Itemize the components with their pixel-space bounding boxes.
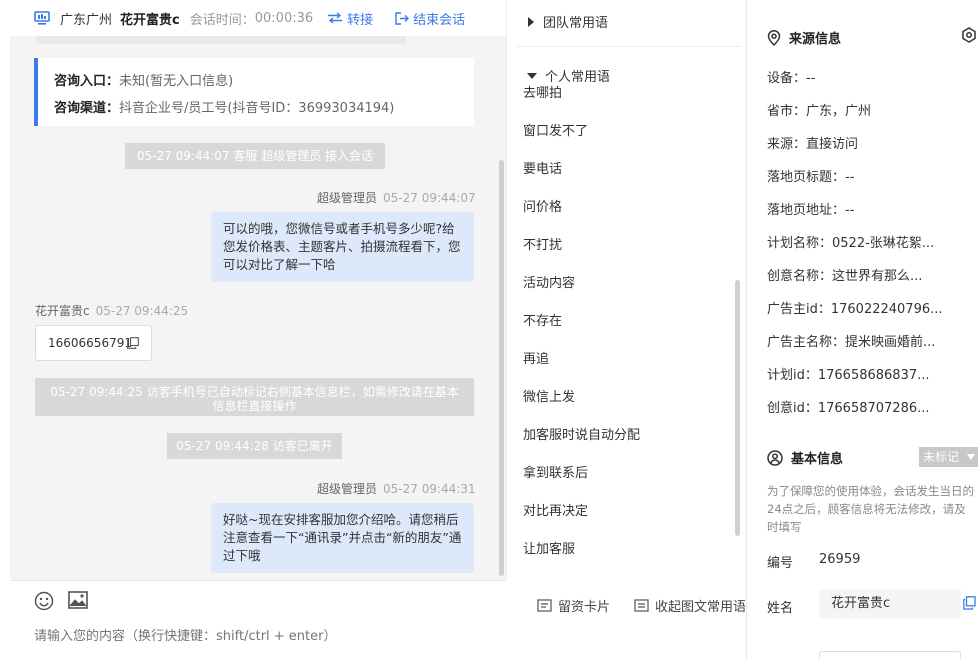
lead-card-button[interactable]: 留资卡片 — [537, 596, 610, 615]
image-icon[interactable] — [68, 591, 88, 611]
agent-message-meta: 超级管理员 05-27 09:44:31 — [317, 482, 476, 496]
info-advertiser-name: 广告主名称：提米映画婚前... — [767, 335, 936, 350]
emoji-icon[interactable] — [34, 591, 54, 611]
header-tab-shadow — [36, 36, 406, 44]
info-advertiser-id: 广告主id：176022240796... — [767, 302, 943, 317]
phrase-item[interactable]: 不打扰 — [523, 234, 562, 253]
visitor-info-panel: 来源信息 设备：-- 省市：广东，广州 来源：直接访问 落地页标题：-- 落地页… — [747, 0, 978, 659]
phrases-icon — [634, 599, 649, 612]
info-creative-id: 创意id：176658707286... — [767, 401, 930, 416]
consult-entry-row: 咨询入口：未知(暂无入口信息) — [54, 74, 234, 89]
phrase-item[interactable]: 活动内容 — [523, 272, 575, 291]
visitor-name: 花开富贵c — [120, 12, 180, 28]
message-scrollbar[interactable] — [499, 160, 504, 576]
monitor-icon — [34, 11, 50, 25]
system-message-phone-marked: 05-27 09:44:25 访客手机号已自动标记右侧基本信息栏，如需修改请在基… — [35, 378, 474, 416]
end-session-label: 结束会话 — [413, 12, 466, 28]
caret-down-icon — [527, 72, 537, 80]
caret-right-icon — [527, 16, 535, 27]
basic-info-note: 为了保障您的使用体验，会话发生当日的24点之后，顾客信息将无法修改，请及时填写 — [767, 484, 974, 534]
lead-card-label: 留资卡片 — [557, 600, 610, 615]
chat-panel: 广东广州 花开富贵c 会话时间： 00:00:36 转接 结束会话 咨询入口：未… — [10, 0, 746, 659]
visitor-message-meta: 花开富贵c 05-27 09:44:25 — [35, 304, 189, 318]
name-label: 姓名 — [767, 601, 794, 616]
mark-status-label: 未标记 — [923, 450, 960, 464]
phrase-item[interactable]: 不存在 — [523, 310, 562, 329]
user-icon — [767, 449, 783, 466]
collapse-phrases-label: 收起图文常用语 — [654, 600, 746, 615]
chat-header: 广东广州 花开富贵c 会话时间： 00:00:36 转接 结束会话 — [10, 0, 506, 36]
exit-icon — [395, 11, 410, 25]
info-creative-name: 创意名称：这世界有那么... — [767, 269, 923, 284]
composer-actions: 留资卡片 收起图文常用语 — [537, 596, 746, 615]
caret-down-icon — [967, 454, 975, 460]
copy-icon[interactable] — [127, 337, 139, 349]
team-phrases-group[interactable]: 团队常用语 — [527, 12, 608, 31]
phrase-item[interactable]: 拿到联系后 — [523, 462, 588, 481]
id-label: 编号 — [767, 556, 794, 571]
info-device: 设备：-- — [767, 71, 816, 86]
phrase-item[interactable]: 加客服时说自动分配 — [523, 424, 640, 443]
session-time-label: 会话时间： — [189, 12, 255, 28]
composer: 留资卡片 收起图文常用语 — [10, 580, 746, 659]
card-icon — [537, 599, 552, 612]
visitor-phone-text: 16606656791 — [48, 336, 132, 350]
id-value: 26959 — [819, 552, 861, 567]
end-session-button[interactable]: 结束会话 — [395, 9, 465, 28]
mark-status-dropdown[interactable]: 未标记 — [919, 447, 978, 467]
phrase-item[interactable]: 再追 — [523, 348, 549, 367]
name-value: 花开富贵c — [831, 596, 891, 611]
message-input[interactable] — [34, 629, 734, 644]
team-phrases-label: 团队常用语 — [543, 16, 609, 31]
info-province-city: 省市：广东，广州 — [767, 104, 872, 119]
source-info-title: 来源信息 — [767, 28, 841, 47]
agent-message-bubble: 可以的哦，您微信号或者手机号多少呢?给您发价格表、主题客片、拍摄流程看下，您可以… — [211, 212, 474, 282]
transfer-icon — [327, 12, 343, 24]
consult-channel-row: 咨询渠道：抖音企业号/员工号(抖音号ID：36993034194) — [54, 101, 395, 116]
visitor-location: 广东广州 — [60, 12, 113, 28]
phrases-scrollbar[interactable] — [735, 280, 740, 536]
agent-message-bubble: 好哒~现在安排客服加您介绍哈。请您稍后注意查看一下“通讯录”并点击“新的朋友”通… — [211, 503, 474, 573]
phrase-item[interactable]: 要电话 — [523, 158, 562, 177]
phrase-item[interactable]: 对比再决定 — [523, 500, 588, 519]
info-plan-id: 计划id：176658686837... — [767, 368, 930, 383]
phrase-item[interactable]: 问价格 — [523, 196, 562, 215]
info-landing-url: 落地页地址：-- — [767, 203, 855, 218]
system-message-join: 05-27 09:44:07 客服 超级管理员 接入会话 — [125, 143, 385, 169]
info-landing-title: 落地页标题：-- — [767, 170, 855, 185]
group-divider — [517, 46, 741, 47]
phrase-item[interactable]: 窗口发不了 — [523, 120, 588, 139]
message-list[interactable]: 咨询入口：未知(暂无入口信息) 咨询渠道：抖音企业号/员工号(抖音号ID：369… — [10, 36, 506, 580]
next-field[interactable] — [819, 651, 961, 659]
info-plan-name: 计划名称：0522-张琳花絮... — [767, 236, 935, 251]
quick-phrases-panel: 团队常用语 个人常用语 去哪拍 窗口发不了 要电话 问价格 不打扰 活动内容 不… — [506, 0, 746, 580]
chat-workspace: 广东广州 花开富贵c 会话时间： 00:00:36 转接 结束会话 咨询入口：未… — [0, 0, 978, 659]
agent-message-meta: 超级管理员 05-27 09:44:07 — [317, 191, 476, 205]
session-time-value: 00:00:36 — [254, 10, 314, 26]
copy-icon[interactable] — [963, 596, 976, 610]
settings-icon[interactable] — [961, 27, 977, 43]
composer-toolbar — [34, 591, 88, 611]
source-info-card: 咨询入口：未知(暂无入口信息) 咨询渠道：抖音企业号/员工号(抖音号ID：369… — [34, 58, 474, 126]
transfer-label: 转接 — [347, 12, 374, 28]
phrase-item[interactable]: 让加客服 — [523, 538, 575, 557]
transfer-button[interactable]: 转接 — [327, 9, 373, 28]
phrase-item[interactable]: 微信上发 — [523, 386, 575, 405]
visitor-phone-message: 16606656791 — [35, 325, 152, 361]
phrase-item[interactable]: 去哪拍 — [523, 82, 562, 101]
location-pin-icon — [767, 29, 781, 46]
name-field[interactable]: 花开富贵c — [819, 589, 961, 619]
system-message-left: 05-27 09:44:28 访客已离开 — [167, 433, 342, 459]
collapse-phrases-button[interactable]: 收起图文常用语 — [634, 596, 746, 615]
info-source: 来源：直接访问 — [767, 137, 859, 152]
basic-info-title: 基本信息 — [767, 448, 843, 467]
